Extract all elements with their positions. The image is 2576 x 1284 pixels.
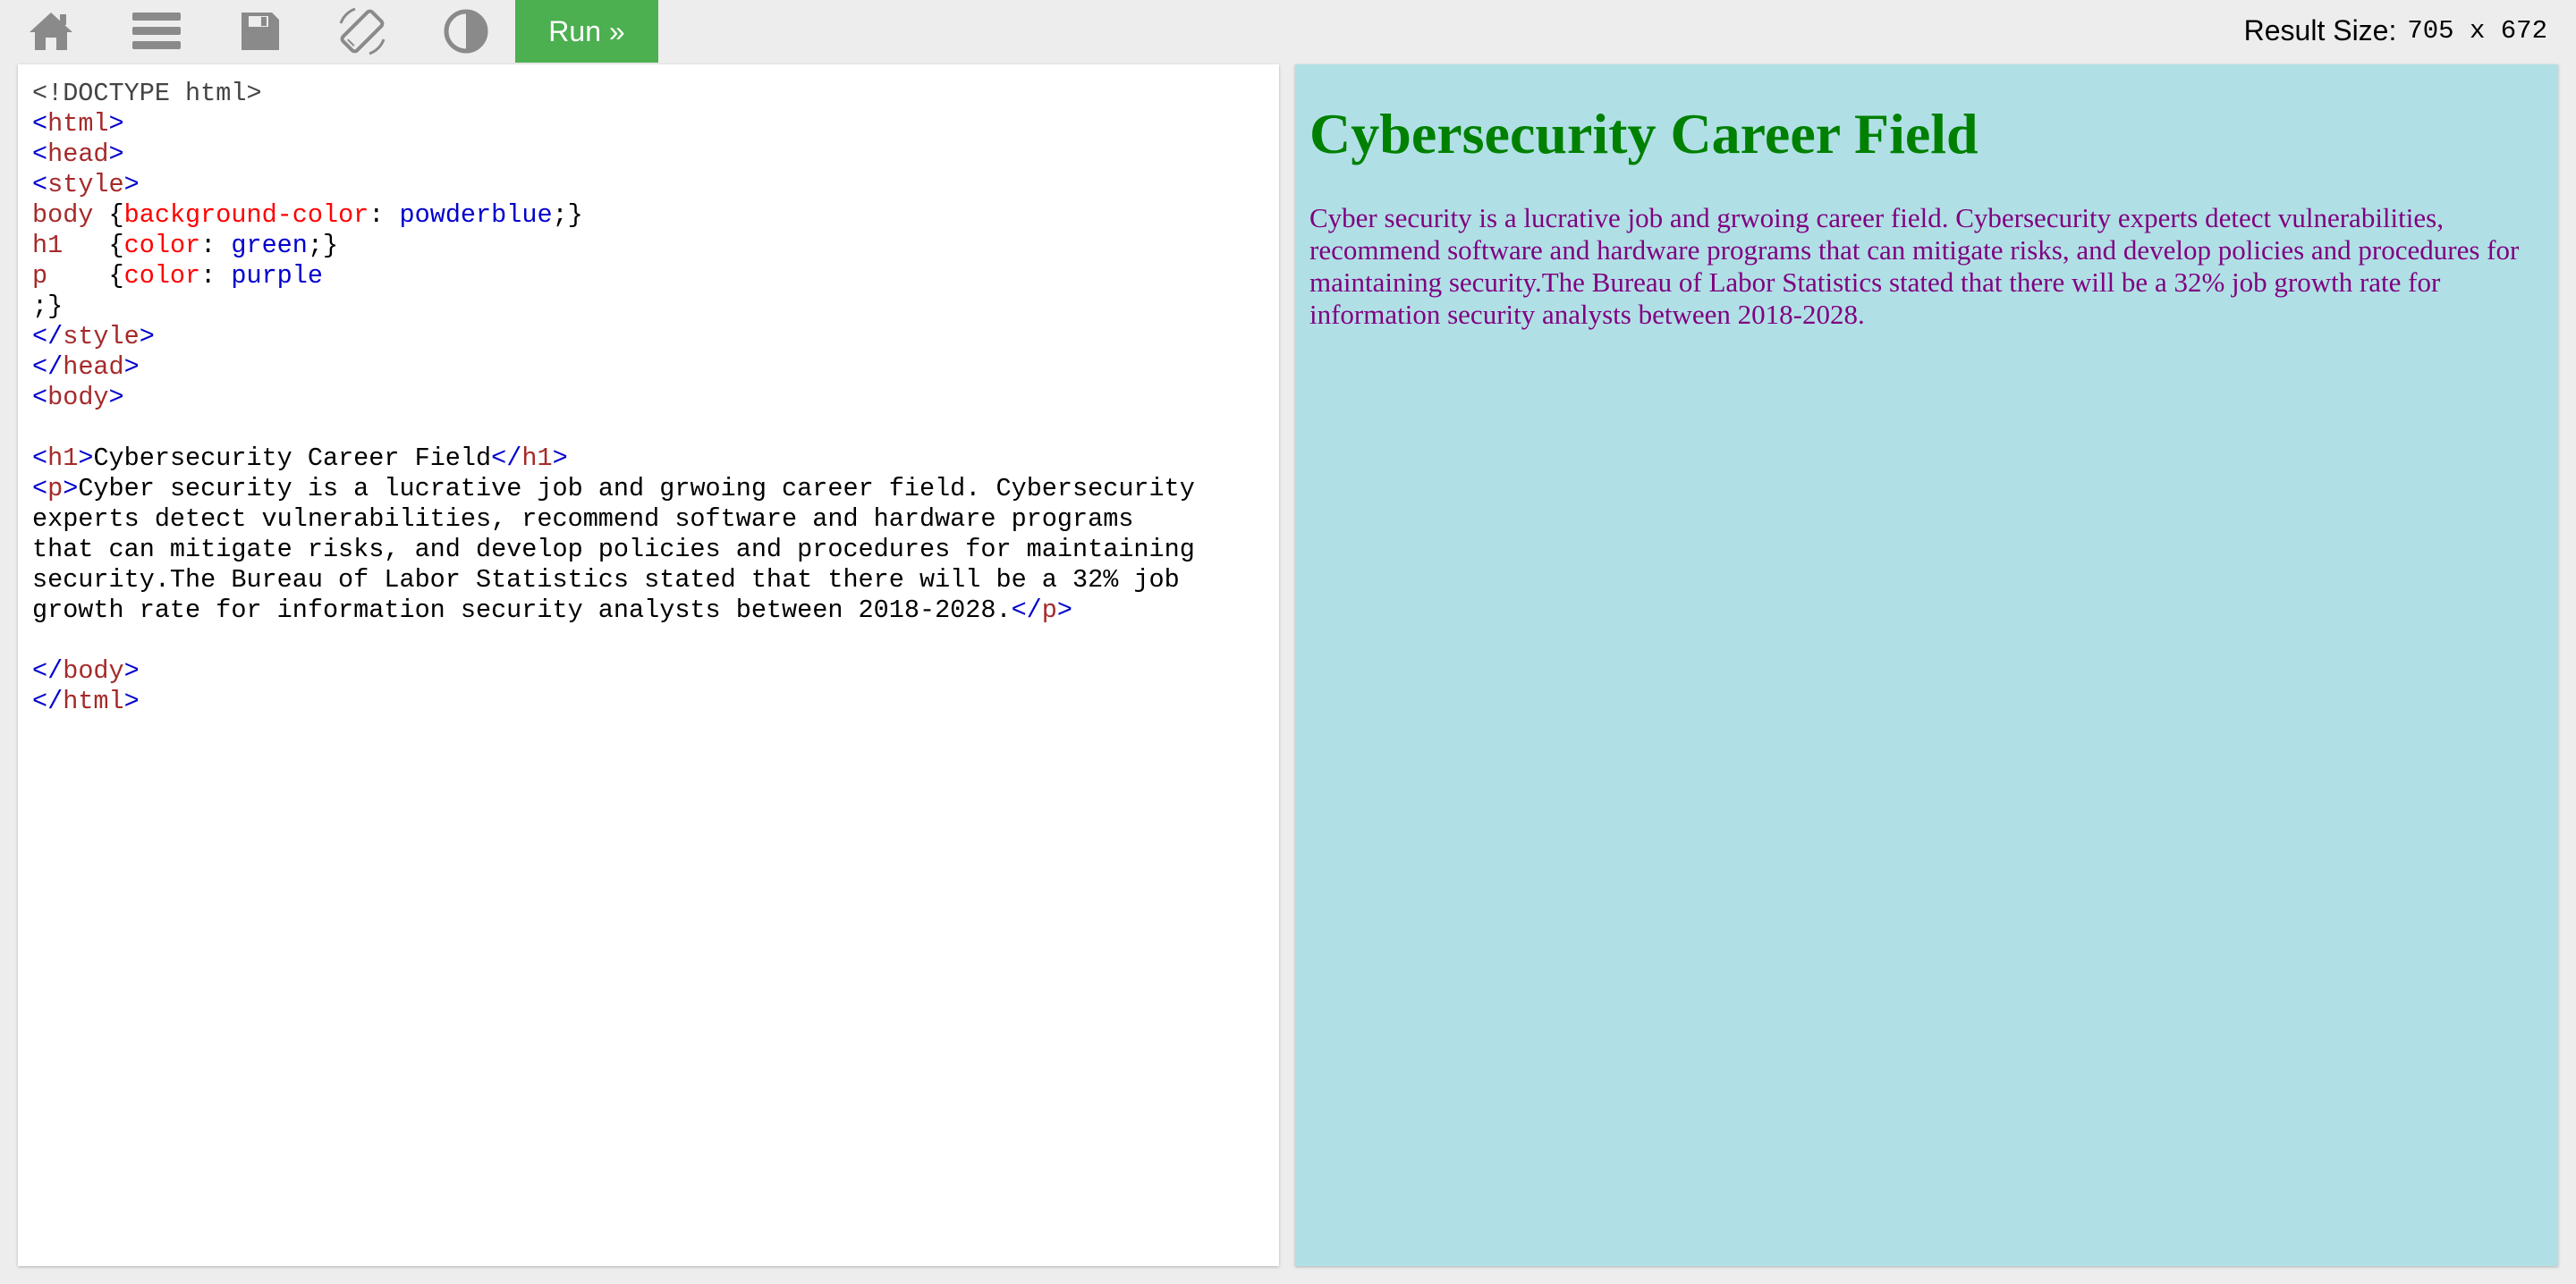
code-line: security.The Bureau of Labor Statistics … bbox=[32, 565, 1279, 596]
code-token: > bbox=[108, 139, 124, 169]
code-token: h1 bbox=[32, 231, 64, 260]
result-size: Result Size: 705 x 672 bbox=[2244, 13, 2547, 48]
code-token: : bbox=[200, 231, 232, 260]
code-token: < bbox=[32, 443, 48, 473]
code-token: > bbox=[123, 656, 140, 686]
code-line: <html> bbox=[32, 109, 1279, 139]
code-token: powderblue bbox=[399, 200, 553, 230]
code-token: < bbox=[32, 474, 48, 503]
code-token: > bbox=[108, 383, 124, 412]
code-token: ;} bbox=[552, 200, 583, 230]
save-icon[interactable] bbox=[231, 4, 290, 59]
menu-icon[interactable] bbox=[127, 4, 186, 59]
home-icon[interactable] bbox=[21, 4, 80, 59]
code-token: green bbox=[231, 231, 308, 260]
code-token: </ bbox=[491, 443, 522, 473]
code-line: body {background-color: powderblue;} bbox=[32, 200, 1279, 231]
code-token: h1 bbox=[47, 443, 79, 473]
code-token: <!DOCTYPE html> bbox=[32, 79, 262, 108]
code-token: growth rate for information security ana… bbox=[32, 596, 1012, 625]
code-token: p bbox=[1041, 596, 1057, 625]
result-heading: Cybersecurity Career Field bbox=[1309, 102, 1979, 165]
code-editor[interactable]: <!DOCTYPE html> <html> <head> <style> body {… bbox=[18, 64, 1279, 1266]
code-token: </ bbox=[32, 656, 64, 686]
result-size-label: Result Size: bbox=[2243, 13, 2397, 46]
code-line: h1 {color: green;} bbox=[32, 231, 1279, 261]
code-token: purple bbox=[231, 261, 323, 291]
code-token: > bbox=[139, 322, 155, 351]
code-line: </head> bbox=[32, 352, 1279, 383]
code-token: experts detect vulnerabilities, recommen… bbox=[32, 504, 1134, 534]
code-line: <!DOCTYPE html> bbox=[32, 79, 1279, 109]
code-token: > bbox=[78, 443, 94, 473]
code-token: > bbox=[123, 352, 140, 382]
code-line: ;} bbox=[32, 291, 1279, 322]
code-line: </html> bbox=[32, 687, 1279, 717]
code-token: </ bbox=[1011, 596, 1042, 625]
code-token: Cybersecurity Career Field bbox=[93, 443, 492, 473]
contrast-icon[interactable] bbox=[436, 4, 496, 59]
code-token: < bbox=[32, 170, 48, 199]
code-token: Cyber security is a lucrative job and gr… bbox=[78, 474, 1195, 503]
code-token: { bbox=[93, 200, 124, 230]
code-token: html bbox=[47, 109, 109, 139]
code-token: { bbox=[47, 261, 124, 291]
code-token: > bbox=[63, 474, 79, 503]
code-line: <head> bbox=[32, 139, 1279, 170]
code-lines[interactable]: <!DOCTYPE html> <html> <head> <style> body {… bbox=[32, 79, 1279, 717]
code-token: > bbox=[108, 109, 124, 139]
code-line: </style> bbox=[32, 322, 1279, 352]
code-line: </body> bbox=[32, 656, 1279, 687]
code-token: : bbox=[369, 200, 400, 230]
code-line: <style> bbox=[32, 170, 1279, 200]
code-token: head bbox=[63, 352, 124, 382]
code-token: < bbox=[32, 139, 48, 169]
code-token: ;} bbox=[307, 231, 339, 260]
run-button[interactable]: Run » bbox=[515, 0, 658, 63]
code-token: { bbox=[63, 231, 124, 260]
code-token: : bbox=[200, 261, 232, 291]
code-token: body bbox=[47, 383, 109, 412]
code-line: <body> bbox=[32, 383, 1279, 413]
code-token: style bbox=[47, 170, 124, 199]
code-token: style bbox=[63, 322, 140, 351]
code-token: head bbox=[47, 139, 109, 169]
code-token: < bbox=[32, 383, 48, 412]
code-line: <p>Cyber security is a lucrative job and… bbox=[32, 474, 1279, 504]
code-token: p bbox=[47, 474, 64, 503]
code-line: p {color: purple bbox=[32, 261, 1279, 291]
code-token: > bbox=[123, 687, 140, 716]
code-token: color bbox=[123, 231, 201, 260]
code-token: ;} bbox=[32, 291, 64, 321]
code-token: background-color bbox=[123, 200, 369, 230]
code-token: body bbox=[63, 656, 124, 686]
code-token: body bbox=[32, 200, 94, 230]
code-line: experts detect vulnerabilities, recommen… bbox=[32, 504, 1279, 535]
code-line: <h1>Cybersecurity Career Field</h1> bbox=[32, 443, 1279, 474]
code-token: </ bbox=[32, 322, 64, 351]
code-token: h1 bbox=[521, 443, 553, 473]
code-token: </ bbox=[32, 352, 64, 382]
rotate-icon[interactable] bbox=[333, 4, 392, 59]
code-token: < bbox=[32, 109, 48, 139]
result-paragraph: Cyber security is a lucrative job and gr… bbox=[1309, 202, 2520, 330]
code-token: </ bbox=[32, 687, 64, 716]
code-token: > bbox=[1056, 596, 1073, 625]
code-line: growth rate for information security ana… bbox=[32, 596, 1279, 626]
code-token: > bbox=[552, 443, 568, 473]
toolbar: Run » Result Size: 705 x 672 bbox=[0, 0, 2576, 63]
result-frame[interactable]: Cybersecurity Career Field Cyber securit… bbox=[1295, 64, 2558, 1266]
code-line: that can mitigate risks, and develop pol… bbox=[32, 535, 1279, 565]
code-token: security.The Bureau of Labor Statistics … bbox=[32, 565, 1180, 595]
result-size-value: 705 x 672 bbox=[2407, 15, 2547, 46]
code-token: that can mitigate risks, and develop pol… bbox=[32, 535, 1195, 564]
code-token: color bbox=[123, 261, 201, 291]
code-token: html bbox=[63, 687, 124, 716]
code-token: > bbox=[123, 170, 140, 199]
code-token: p bbox=[32, 261, 48, 291]
